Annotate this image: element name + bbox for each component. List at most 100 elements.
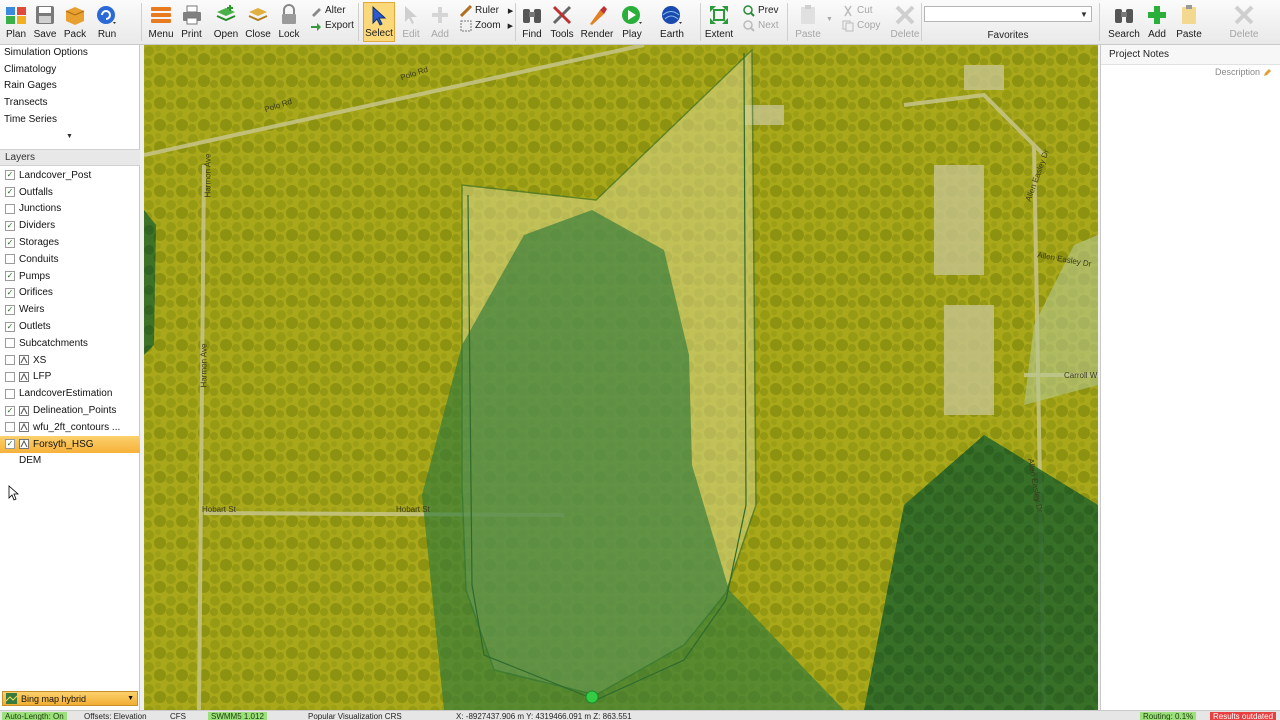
basemap-selector[interactable]: Bing map hybrid ▼ bbox=[2, 691, 138, 706]
status-units[interactable]: CFS bbox=[170, 712, 186, 720]
layer-visibility-checkbox[interactable] bbox=[5, 203, 15, 214]
notes-search-button[interactable]: Search bbox=[1108, 2, 1140, 42]
layer-item[interactable]: ✓ Delineation_Points bbox=[0, 402, 140, 419]
play-button[interactable]: Play bbox=[616, 2, 648, 42]
zoom-icon bbox=[460, 20, 472, 32]
layer-visibility-checkbox[interactable] bbox=[5, 355, 15, 366]
layer-item[interactable]: ✓ Forsyth_HSG bbox=[0, 435, 140, 453]
menu-button[interactable]: Menu bbox=[147, 2, 175, 42]
extent-button[interactable]: Extent bbox=[704, 2, 734, 42]
layer-visibility-checkbox[interactable]: ✓ bbox=[5, 287, 15, 298]
close-button[interactable]: Close bbox=[244, 2, 272, 42]
copy-button[interactable]: Copy bbox=[842, 18, 880, 33]
map-canvas[interactable]: Polo Rd Polo Rd Harmon Ave Harmon Ave Ho… bbox=[144, 45, 1098, 710]
layer-item[interactable]: ✓ Outfalls bbox=[0, 184, 140, 201]
layer-visibility-checkbox[interactable]: ✓ bbox=[5, 271, 15, 282]
notes-add-button[interactable]: Add bbox=[1144, 2, 1170, 42]
layer-item[interactable]: LandcoverEstimation bbox=[0, 385, 140, 402]
paste-dropdown-icon: ▼ bbox=[826, 16, 833, 23]
layer-item[interactable]: XS bbox=[0, 352, 140, 369]
nav-rain-gages[interactable]: Rain Gages bbox=[0, 78, 140, 95]
status-engine[interactable]: SWMM5 1.012 bbox=[208, 712, 267, 720]
delete-button[interactable]: Delete bbox=[890, 2, 920, 42]
layer-visibility-checkbox[interactable] bbox=[5, 388, 15, 399]
lock-button[interactable]: Lock bbox=[276, 2, 302, 42]
layer-visibility-checkbox[interactable] bbox=[5, 422, 15, 433]
layer-item[interactable]: ✓ Outlets bbox=[0, 318, 140, 335]
save-button[interactable]: Save bbox=[32, 2, 58, 42]
plus-icon bbox=[1146, 4, 1168, 26]
menu-icon bbox=[150, 4, 172, 26]
layer-item[interactable]: wfu_2ft_contours ... bbox=[0, 419, 140, 436]
status-crs[interactable]: Popular Visualization CRS bbox=[308, 712, 402, 720]
add-button[interactable]: Add bbox=[427, 2, 453, 42]
chevron-down-icon: ▼ bbox=[1080, 9, 1088, 19]
layer-visibility-checkbox[interactable]: ✓ bbox=[5, 220, 15, 231]
layer-visibility-checkbox[interactable]: ✓ bbox=[5, 321, 15, 332]
nav-climatology[interactable]: Climatology bbox=[0, 62, 140, 79]
left-panel: Simulation Options Climatology Rain Gage… bbox=[0, 45, 140, 710]
edit-button[interactable]: Edit bbox=[398, 2, 424, 42]
expand-more-icon[interactable]: ▼ bbox=[66, 133, 73, 140]
toolbar-separator bbox=[141, 3, 142, 41]
layer-item[interactable]: ✓ Orifices bbox=[0, 285, 140, 302]
project-notes-title: Project Notes bbox=[1101, 45, 1280, 65]
layer-item[interactable]: ✓ Landcover_Post bbox=[0, 167, 140, 184]
select-button[interactable]: Select bbox=[363, 2, 395, 42]
zoom-dropdown-icon: ▶ bbox=[507, 22, 513, 30]
map-svg bbox=[144, 45, 1098, 710]
paintbrush-icon bbox=[586, 4, 608, 26]
cut-button[interactable]: Cut bbox=[842, 3, 873, 18]
render-button[interactable]: Render bbox=[580, 2, 614, 42]
layer-label: Dividers bbox=[19, 220, 56, 232]
tools-icon bbox=[551, 4, 573, 26]
open-button[interactable]: Open bbox=[212, 2, 240, 42]
plan-button[interactable]: Plan bbox=[2, 2, 30, 42]
zoom-button[interactable]: Zoom ▶ bbox=[460, 18, 513, 33]
status-auto-length[interactable]: Auto-Length: On bbox=[2, 712, 67, 720]
layer-visibility-checkbox[interactable]: ✓ bbox=[5, 304, 15, 315]
print-button[interactable]: Print bbox=[178, 2, 205, 42]
layer-item[interactable]: DEM bbox=[0, 453, 140, 470]
layer-label: Subcatchments bbox=[19, 337, 88, 349]
layer-item[interactable]: Junctions bbox=[0, 201, 140, 218]
layer-item[interactable]: LFP bbox=[0, 369, 140, 386]
clipboard-icon bbox=[1178, 4, 1200, 26]
earth-button[interactable]: Earth bbox=[654, 2, 690, 42]
layer-item[interactable]: ✓ Dividers bbox=[0, 217, 140, 234]
nav-transects[interactable]: Transects bbox=[0, 95, 140, 112]
next-button[interactable]: Next bbox=[743, 18, 779, 33]
notes-delete-button[interactable]: Delete bbox=[1228, 2, 1260, 42]
export-button[interactable]: Export bbox=[310, 18, 354, 33]
favorites-dropdown[interactable]: ▼ bbox=[924, 6, 1092, 22]
layer-visibility-checkbox[interactable] bbox=[5, 371, 15, 382]
layer-visibility-checkbox[interactable]: ✓ bbox=[5, 405, 15, 416]
copy-icon bbox=[842, 20, 854, 32]
run-button[interactable]: Run bbox=[91, 2, 123, 42]
nav-simulation-options[interactable]: Simulation Options bbox=[0, 45, 140, 62]
pack-button[interactable]: Pack bbox=[61, 2, 89, 42]
status-routing: Routing: 0.1% bbox=[1140, 712, 1197, 720]
layer-item[interactable]: ✓ Storages bbox=[0, 234, 140, 251]
layer-visibility-checkbox[interactable] bbox=[5, 254, 15, 265]
layer-visibility-checkbox[interactable]: ✓ bbox=[5, 187, 15, 198]
nav-time-series[interactable]: Time Series bbox=[0, 112, 140, 129]
ruler-button[interactable]: Ruler ▶ bbox=[460, 3, 513, 18]
tools-button[interactable]: Tools bbox=[548, 2, 576, 42]
layer-item[interactable]: ✓ Weirs bbox=[0, 301, 140, 318]
layer-visibility-checkbox[interactable]: ✓ bbox=[5, 439, 15, 450]
alter-button[interactable]: Alter bbox=[310, 3, 346, 18]
description-column-header[interactable]: Description bbox=[1215, 67, 1272, 77]
layer-item[interactable]: Conduits bbox=[0, 251, 140, 268]
layer-visibility-checkbox[interactable]: ✓ bbox=[5, 170, 15, 181]
paste-button[interactable]: Paste bbox=[792, 2, 824, 42]
status-offsets[interactable]: Offsets: Elevation bbox=[84, 712, 147, 720]
outfall-point[interactable] bbox=[585, 690, 599, 704]
prev-button[interactable]: Prev bbox=[743, 3, 779, 18]
notes-paste-button[interactable]: Paste bbox=[1174, 2, 1204, 42]
layer-visibility-checkbox[interactable]: ✓ bbox=[5, 237, 15, 248]
layer-item[interactable]: Subcatchments bbox=[0, 335, 140, 352]
find-button[interactable]: Find bbox=[518, 2, 546, 42]
layer-item[interactable]: ✓ Pumps bbox=[0, 268, 140, 285]
layer-visibility-checkbox[interactable] bbox=[5, 338, 15, 349]
